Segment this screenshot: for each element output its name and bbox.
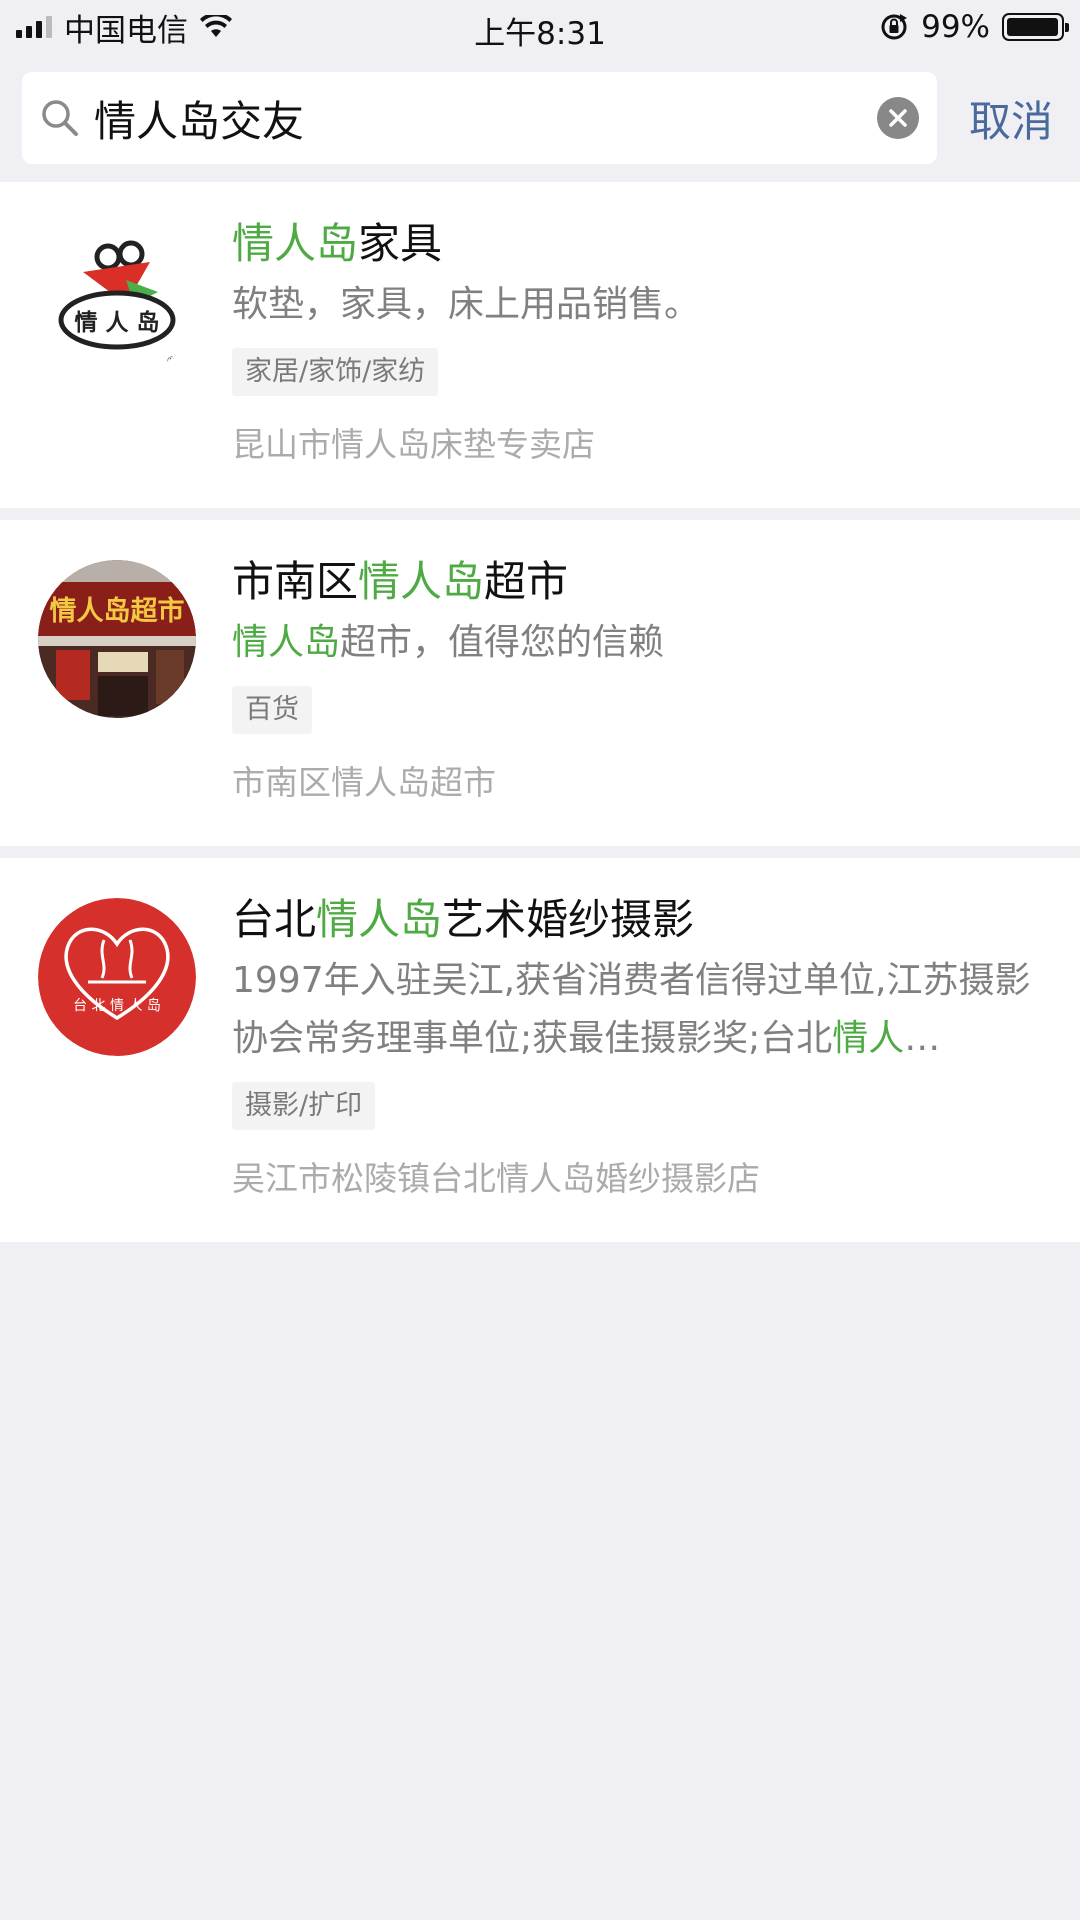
store-name: 市南区情人岛超市 xyxy=(232,763,496,802)
result-content: 情人岛家具 软垫，家具，床上用品销售。 家居/家饰/家纺 昆山市情人岛床垫专卖店 xyxy=(232,218,1050,468)
category-tag: 家居/家饰/家纺 xyxy=(232,348,439,396)
battery-fill xyxy=(1007,18,1059,36)
battery-icon xyxy=(1002,13,1069,41)
result-content: 市南区情人岛超市 情人岛超市，值得您的信赖 百货 市南区情人岛超市 xyxy=(232,556,1050,806)
clear-search-button[interactable] xyxy=(877,97,919,139)
logo-text: 情 人 岛 xyxy=(74,309,159,336)
carrier-label: 中国电信 xyxy=(64,12,188,49)
result-content: 台北情人岛艺术婚纱摄影 1997年入驻吴江,获省消费者信得过单位,江苏摄影协会常… xyxy=(232,894,1050,1202)
result-title: 市南区情人岛超市 xyxy=(232,557,569,606)
store-name: 吴江市松陵镇台北情人岛婚纱摄影店 xyxy=(232,1159,760,1198)
svg-text:®: ® xyxy=(166,354,177,367)
signal-icon xyxy=(16,16,52,38)
search-icon xyxy=(42,100,78,136)
status-bar: 中国电信 上午8:31 99% xyxy=(0,0,1080,54)
status-right: 99% xyxy=(879,9,1069,45)
furniture-logo: 情 人 岛 ® xyxy=(38,222,196,380)
result-item[interactable]: 情人岛超市 市南区情人岛超市 情人岛超市，值得您的信赖 百货 市南区情人岛超市 xyxy=(0,520,1080,846)
logo-text: 台 北 情 人 岛 xyxy=(73,998,161,1014)
status-left: 中国电信 xyxy=(16,5,232,50)
results-list: 情 人 岛 ® 情人岛家具 软垫，家具，床上用品销售。 家居/家饰/家纺 昆山市… xyxy=(0,182,1080,1242)
avatar: 台 北 情 人 岛 xyxy=(38,898,196,1056)
result-item[interactable]: 台 北 情 人 岛 台北情人岛艺术婚纱摄影 1997年入驻吴江,获省消费者信得过… xyxy=(0,858,1080,1242)
battery-percent: 99% xyxy=(921,9,990,45)
search-box[interactable]: 情人岛交友 xyxy=(22,72,937,164)
search-header: 情人岛交友 取消 xyxy=(0,54,1080,182)
result-title: 情人岛家具 xyxy=(232,219,443,268)
category-tag: 摄影/扩印 xyxy=(232,1082,376,1130)
result-description: 1997年入驻吴江,获省消费者信得过单位,江苏摄影协会常务理事单位;获最佳摄影奖… xyxy=(232,960,1031,1059)
wifi-icon xyxy=(200,15,232,37)
result-description: 情人岛超市，值得您的信赖 xyxy=(232,622,665,663)
logo-text: 情人岛超市 xyxy=(50,595,185,627)
close-icon xyxy=(889,109,907,127)
search-input[interactable]: 情人岛交友 xyxy=(94,88,877,149)
avatar: 情 人 岛 ® xyxy=(38,222,196,380)
store-name: 昆山市情人岛床垫专卖店 xyxy=(232,425,595,464)
rotation-lock-icon xyxy=(881,14,908,40)
avatar: 情人岛超市 xyxy=(38,560,196,718)
supermarket-photo: 情人岛超市 xyxy=(38,560,196,718)
result-title: 台北情人岛艺术婚纱摄影 xyxy=(232,895,695,944)
cancel-button[interactable]: 取消 xyxy=(969,88,1053,149)
result-description: 软垫，家具，床上用品销售。 xyxy=(232,284,701,325)
result-item[interactable]: 情 人 岛 ® 情人岛家具 软垫，家具，床上用品销售。 家居/家饰/家纺 昆山市… xyxy=(0,182,1080,508)
wedding-photo-logo: 台 北 情 人 岛 xyxy=(38,898,196,1056)
category-tag: 百货 xyxy=(232,686,312,734)
